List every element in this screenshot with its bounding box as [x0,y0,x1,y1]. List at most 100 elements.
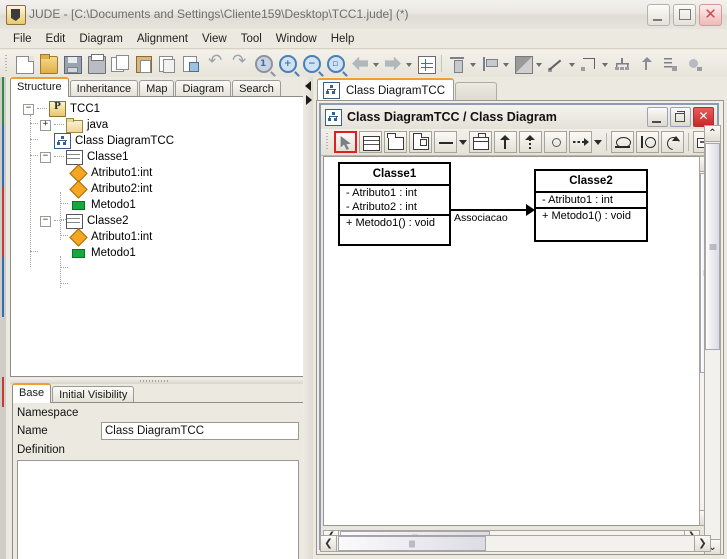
select-pointer-icon[interactable] [333,131,357,153]
object-align-icon[interactable] [683,53,705,75]
definition-textarea[interactable] [17,460,299,559]
panel-splitter-horizontal[interactable] [10,378,306,384]
tree-item-atributo1-c1[interactable]: Atributo1:int [69,163,152,183]
tab-map[interactable]: Map [139,80,175,97]
circle-interface-icon[interactable] [544,131,568,153]
association-dropdown-icon[interactable] [458,131,468,153]
menu-edit[interactable]: Edit [39,31,73,47]
uml-class-classe2[interactable]: Classe2 - Atributo1 : int + Metodo1() : … [534,169,648,242]
collapse-left-arrow[interactable] [305,81,311,91]
menu-diagram[interactable]: Diagram [72,31,129,47]
name-input[interactable]: Class DiagramTCC [101,422,299,440]
tab-diagram[interactable]: Diagram [175,80,232,97]
mdi-scroll-left-button[interactable]: ❮ [320,535,337,552]
zoom-actual-icon[interactable]: 1 [253,53,275,75]
tab-inheritance[interactable]: Inheritance [69,80,139,97]
cut-copy-icon[interactable] [109,53,131,75]
close-icon[interactable]: ✕ [699,4,722,26]
redo-icon[interactable] [229,51,251,75]
tree-item-classe2[interactable]: − Classe2 [40,213,129,229]
tree-toggle-minus-icon[interactable]: − [40,215,51,227]
tree-item-metodo1-c1[interactable]: Metodo1 [70,197,136,213]
mdi-vertical-scrollbar[interactable]: ⌃ ⌄ [704,125,721,554]
fill-color-icon[interactable] [512,53,534,75]
open-folder-icon[interactable] [37,53,59,75]
zoom-fit-icon[interactable]: ▫ [325,53,347,75]
class-icon[interactable] [358,131,382,153]
tree-item-class-diagramtcc[interactable]: Class DiagramTCC [54,133,174,149]
align-top-icon[interactable] [446,53,468,75]
tree-item-tcc1[interactable]: − TCC1 [23,101,100,117]
mdi-scroll-up-button[interactable]: ⌃ [704,125,721,142]
menu-tool[interactable]: Tool [234,31,269,47]
tab-class-diagramtcc[interactable]: Class DiagramTCC [317,78,455,101]
mdi-scroll-right-button[interactable]: ❯ [694,535,711,552]
mdi-horizontal-scroll-thumb[interactable] [338,536,486,551]
package-icon[interactable] [383,131,408,153]
diagram-canvas[interactable]: Associacao Classe1 - Atributo1 : int - A… [323,156,700,526]
close-icon[interactable] [693,107,714,127]
undo-icon[interactable] [205,51,227,75]
menu-view[interactable]: View [195,31,234,47]
tree-layout-icon[interactable] [611,53,633,75]
align-top-dropdown-icon[interactable] [469,53,478,75]
association-label[interactable]: Associacao [453,212,509,224]
tree-item-java[interactable]: + java [40,117,108,133]
uml-class-classe1[interactable]: Classe1 - Atributo1 : int - Atributo2 : … [338,162,451,246]
fill-color-dropdown-icon[interactable] [535,53,544,75]
generalization-box-icon[interactable] [468,131,492,153]
project-tree[interactable]: − TCC1 + java Class DiagramTCC − [10,96,304,377]
grid-layout-icon[interactable] [415,53,437,75]
restore-icon[interactable] [670,107,691,127]
copy-element-icon[interactable] [157,53,179,75]
subsystem-icon[interactable] [409,131,433,153]
line-style-icon[interactable] [545,53,567,75]
tree-toggle-minus-icon[interactable]: − [40,151,51,163]
collapse-right-arrow[interactable] [306,95,312,105]
mdi-vertical-scroll-thumb[interactable] [705,143,720,350]
maximize-icon[interactable] [673,4,696,26]
tree-item-atributo2-c1[interactable]: Atributo2:int [69,179,152,199]
association-line-icon[interactable] [434,131,458,153]
realization-arrow-icon[interactable] [518,131,542,153]
forward-arrow-icon[interactable] [382,53,404,75]
line-style-dropdown-icon[interactable] [568,53,577,75]
forward-dropdown-icon[interactable] [405,53,414,75]
actor-lollipop-icon[interactable] [635,131,659,153]
vertical-splitter[interactable] [303,77,313,559]
state-icon[interactable] [660,131,684,153]
tab-structure[interactable]: Structure [10,77,69,97]
minimize-icon[interactable] [647,107,668,127]
list-align-icon[interactable] [659,53,681,75]
menu-help[interactable]: Help [324,31,362,47]
tab-search[interactable]: Search [232,80,281,97]
dependency-dropdown-icon[interactable] [593,131,603,153]
mdi-horizontal-scrollbar[interactable]: ❮ ❯ [320,535,711,552]
print-icon[interactable] [85,53,107,75]
zoom-out-icon[interactable]: − [301,53,323,75]
back-dropdown-icon[interactable] [372,53,381,75]
elbow-line-icon[interactable] [578,53,600,75]
raise-icon[interactable] [635,53,657,75]
align-left-icon[interactable] [479,53,501,75]
generalization-arrow-icon[interactable] [493,131,517,153]
save-icon[interactable] [61,53,83,75]
palette-grip[interactable] [324,133,331,151]
toolbar-grip[interactable] [3,54,10,73]
tree-item-classe1[interactable]: − Classe1 [40,149,129,165]
tab-initial-visibility[interactable]: Initial Visibility [52,386,135,403]
elbow-dropdown-icon[interactable] [601,53,610,75]
dependency-arrow-icon[interactable] [569,131,593,153]
usecase-icon[interactable] [610,131,634,153]
back-arrow-icon[interactable] [349,53,371,75]
menu-alignment[interactable]: Alignment [130,31,195,47]
tree-item-metodo1-c2[interactable]: Metodo1 [70,245,136,261]
zoom-in-icon[interactable]: + [277,53,299,75]
tree-item-atributo1-c2[interactable]: Atributo1:int [69,227,152,247]
align-left-dropdown-icon[interactable] [502,53,511,75]
paste-element-icon[interactable] [181,53,203,75]
tree-toggle-minus-icon[interactable]: − [23,103,34,115]
new-document-icon[interactable] [13,53,35,75]
paste-icon[interactable] [133,53,155,75]
minimize-icon[interactable] [647,4,670,26]
